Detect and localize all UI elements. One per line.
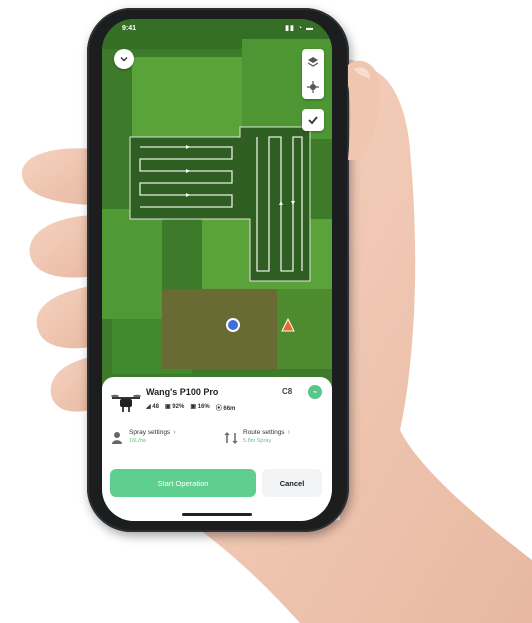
confirm-route-button[interactable] <box>302 109 324 131</box>
spray-icon <box>112 432 122 444</box>
spray-settings-value: 16L/ha <box>129 438 146 444</box>
route-icon <box>224 432 238 444</box>
connection-icon: ⌁ <box>312 389 318 396</box>
status-icons: ▮▮ ◔ ▬ <box>285 25 314 32</box>
start-operation-button[interactable]: Start Operation <box>110 469 256 497</box>
stat-tank: ▣ 16% <box>190 404 210 410</box>
connection-indicator[interactable]: ⌁ <box>308 385 322 399</box>
locate-button[interactable] <box>302 74 324 99</box>
collapse-button[interactable] <box>114 49 134 69</box>
chevron-right-icon: › <box>287 429 290 436</box>
cancel-button[interactable]: Cancel <box>262 469 322 497</box>
operation-panel: Wang's P100 Pro C8 ⌁ ◢ 48 ▣ 92% ▣ 16% ⦿ … <box>102 377 332 521</box>
device-stats: ◢ 48 ▣ 92% ▣ 16% ⦿ 66m <box>146 403 235 412</box>
spray-settings-title: Spray settings <box>129 429 171 436</box>
locate-icon <box>307 80 319 93</box>
field-map[interactable] <box>102 19 332 391</box>
device-badge: C8 <box>282 387 293 396</box>
check-icon <box>308 116 318 125</box>
stat-distance: ⦿ 66m <box>215 406 236 412</box>
layers-icon <box>307 56 319 67</box>
chevron-down-icon <box>120 57 128 62</box>
spray-settings-button[interactable]: Spray settings 16L/ha › <box>110 429 214 459</box>
settings-row: Spray settings 16L/ha › Route settings 5… <box>110 429 324 459</box>
route-settings-button[interactable]: Route settings 5.8m Spray › <box>224 429 324 459</box>
layers-button[interactable] <box>302 49 324 74</box>
route-settings-title: Route settings <box>243 429 285 436</box>
home-indicator[interactable] <box>182 513 252 516</box>
stat-signal: ◢ 48 <box>146 404 159 410</box>
device-name: Wang's P100 Pro <box>146 387 219 397</box>
status-bar: 9:41 ▮▮ ◔ ▬ <box>102 19 332 39</box>
route-settings-value: 5.8m Spray <box>243 438 272 444</box>
chevron-right-icon: › <box>173 429 176 436</box>
app-screen: 9:41 ▮▮ ◔ ▬ Wang's P100 Pro C8 ⌁ ◢ 48 ▣ … <box>102 19 332 521</box>
map-tool-stack <box>302 49 324 99</box>
thumb-illustration <box>348 60 381 161</box>
stat-battery: ▣ 92% <box>164 404 185 410</box>
status-time: 9:41 <box>122 25 137 32</box>
drone-icon <box>111 394 141 412</box>
